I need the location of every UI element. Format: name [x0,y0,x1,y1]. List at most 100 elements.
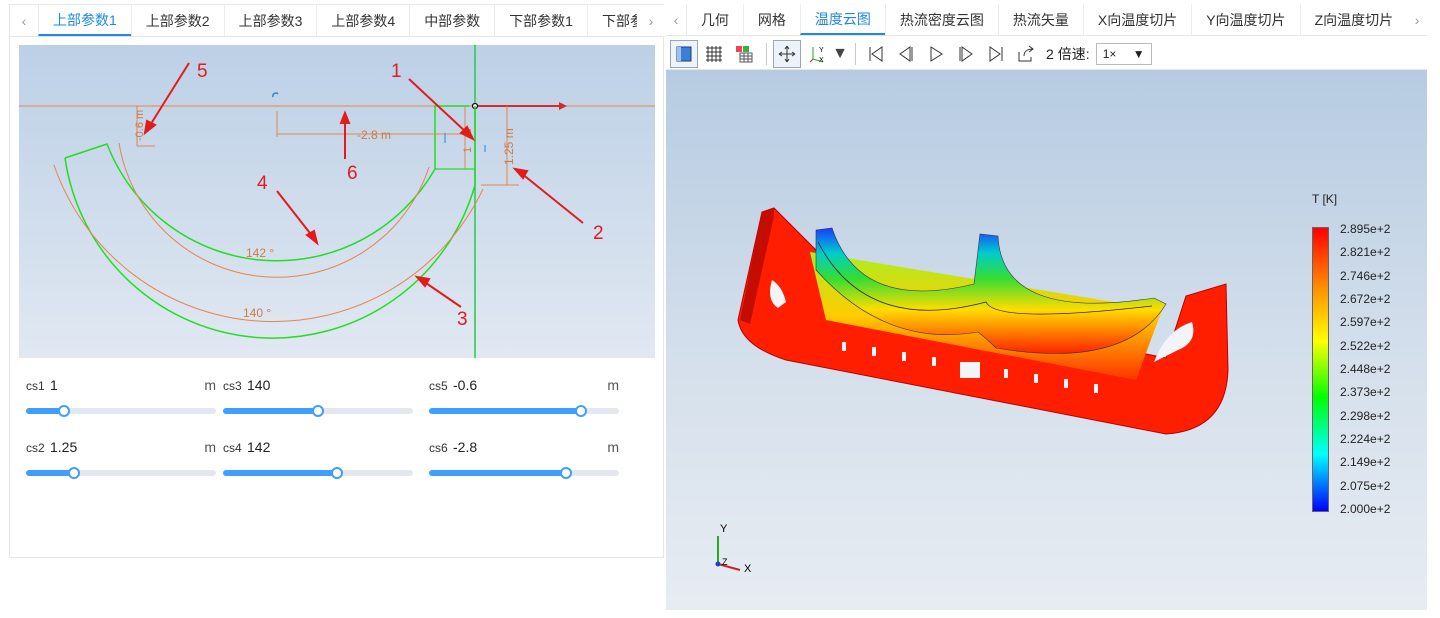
param-name: cs4 [223,441,242,455]
result-tabbar: ‹ 几何 网格 温度云图 热流密度云图 热流矢量 X向温度切片 Y向温度切片 Z… [666,4,1427,36]
callout-arrow-2 [520,172,584,224]
wireframe-view-icon[interactable] [700,40,728,68]
export-icon[interactable] [1012,40,1040,68]
param-unit: m [204,377,216,393]
profile-outer-green [64,106,476,339]
legend-label: 2.522e+2 [1340,338,1391,353]
result-tabs-scroll-left-icon[interactable]: ‹ [666,4,686,35]
result-panel: ‹ 几何 网格 温度云图 热流密度云图 热流矢量 X向温度切片 Y向温度切片 Z… [666,4,1427,610]
legend-colorbar [1312,227,1329,512]
tab-upper-param-3[interactable]: 上部参数3 [223,5,317,36]
slider-track[interactable] [429,405,619,417]
legend-label: 2.821e+2 [1340,245,1391,260]
tab-heat-flux-contour[interactable]: 热流密度云图 [884,4,998,35]
callout-arrowhead-5 [143,119,157,136]
callout-arrowhead-6 [339,110,351,124]
callout-label-3: 3 [457,309,468,330]
speed-label: 倍速: [1057,45,1090,62]
arc-dim-140 [53,164,484,323]
slider-handle[interactable] [67,467,80,479]
slider-track[interactable] [26,467,216,479]
play-icon[interactable] [922,40,950,68]
callout-arrow-5 [148,62,190,128]
dim-text-minus-0-6: -0.6 m [134,110,146,141]
callout-arrow-3 [422,280,462,308]
speed-select[interactable]: 1× ▼ [1095,42,1152,65]
slider-fill [429,470,566,476]
triad-z-axis [715,561,721,567]
first-frame-icon[interactable] [862,40,890,68]
tab-y-temperature-slice[interactable]: Y向温度切片 [1191,4,1299,35]
frame-number: 2 [1046,45,1054,62]
legend-label: 2.149e+2 [1340,455,1391,470]
param-unit: m [607,377,619,393]
param-name: cs2 [26,441,45,455]
param-value[interactable]: 1.25 [50,439,77,455]
fit-view-icon[interactable] [773,39,801,68]
tab-z-temperature-slice[interactable]: Z向温度切片 [1299,4,1408,35]
tab-upper-param-2[interactable]: 上部参数2 [130,5,224,36]
parameter-tabbar: ‹ 上部参数1 上部参数2 上部参数3 上部参数4 中部参数 下部参数1 下部参… [10,5,665,37]
result-tabs-scroll-right-icon[interactable]: › [1407,4,1427,35]
tabs-scroll-left-icon[interactable]: ‹ [10,5,38,36]
param-value[interactable]: 142 [247,439,270,455]
param-value[interactable]: 1 [50,377,58,393]
tab-mesh[interactable]: 网格 [742,4,800,35]
param-name: cs5 [429,379,448,393]
slider-track[interactable] [223,467,413,479]
slider-handle[interactable] [575,405,587,417]
dim-text-minus-2-8: -2.8 m [357,128,391,142]
legend-label: 2.597e+2 [1340,315,1391,330]
parameter-panel: ‹ 上部参数1 上部参数2 上部参数3 上部参数4 中部参数 下部参数1 下部参… [9,4,665,558]
slider-handle[interactable] [312,405,324,417]
tab-lower-param-1[interactable]: 下部参数1 [494,5,587,36]
slider-fill [223,470,337,476]
param-name: cs6 [429,441,448,455]
slider-handle[interactable] [559,467,572,479]
solid-view-icon[interactable] [670,39,698,68]
callout-label-6: 6 [347,163,358,184]
legend-label: 2.895e+2 [1340,222,1391,236]
toolbar-separator [766,42,767,65]
axes-orientation-icon[interactable]: YX [803,40,831,68]
legend-title: T [K] [1312,192,1338,206]
param-cs5: cs5 -0.6 m [429,375,619,425]
last-frame-icon[interactable] [982,40,1010,68]
3d-viewport[interactable]: T [K] 2.895e+2 2.821e+2 2.746e+2 2.672e+2 2.… [666,70,1427,610]
slider-handle[interactable] [331,467,343,479]
axes-dropdown-icon[interactable]: ▼ [832,40,848,68]
viewer-toolbar: YX ▼ 2 倍速: 1× ▼ [666,38,1427,70]
chevron-down-icon: ▼ [1132,46,1145,61]
x-axis-arrowhead [559,102,567,110]
tab-middle-param[interactable]: 中部参数 [409,5,494,36]
tab-temperature-contour[interactable]: 温度云图 [799,4,885,35]
tab-x-temperature-slice[interactable]: X向温度切片 [1082,4,1191,35]
slider-fill [429,408,581,414]
tab-geometry[interactable]: 几何 [685,4,743,35]
param-value[interactable]: -2.8 [453,439,477,455]
slider-track[interactable] [223,405,413,417]
tabs-scroll-right-icon[interactable]: › [637,5,665,36]
slider-handle[interactable] [58,405,70,417]
param-unit: m [607,439,619,455]
center-marker [272,92,279,98]
triad-z-label: Z [722,557,728,567]
param-value[interactable]: -0.6 [453,377,477,393]
tab-upper-param-1[interactable]: 上部参数1 [38,5,131,36]
slider-track[interactable] [26,405,216,417]
next-frame-icon[interactable] [952,40,980,68]
callout-label-2: 2 [593,223,604,244]
callout-label-4: 4 [257,173,268,194]
toolbar-separator [855,42,856,65]
previous-frame-icon[interactable] [892,40,920,68]
tab-heat-flux-vector[interactable]: 热流矢量 [997,4,1083,35]
svg-text:Y: Y [819,47,824,54]
param-name: cs3 [223,379,242,393]
slider-fill [223,408,318,414]
triad-y-label: Y [720,523,728,535]
slider-track[interactable] [429,467,619,479]
tab-upper-param-4[interactable]: 上部参数4 [316,5,409,36]
param-cs2: cs2 1.25 m [26,437,216,487]
mesh-color-view-icon[interactable] [730,40,758,68]
param-value[interactable]: 140 [247,377,270,393]
